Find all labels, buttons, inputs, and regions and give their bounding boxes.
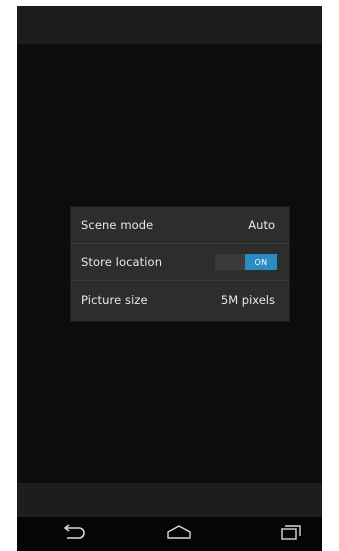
setting-scene-mode[interactable]: Scene mode Auto — [71, 207, 289, 244]
home-button[interactable] — [159, 522, 199, 546]
recent-apps-icon — [279, 524, 303, 544]
toggle-on-label: ON — [245, 254, 277, 270]
setting-value: Auto — [248, 218, 275, 232]
setting-picture-size[interactable]: Picture size 5M pixels — [71, 281, 289, 318]
back-button[interactable] — [54, 522, 94, 546]
recent-apps-button[interactable] — [271, 522, 311, 546]
store-location-toggle[interactable]: ON — [215, 254, 277, 270]
setting-store-location[interactable]: Store location ON — [71, 244, 289, 281]
setting-label: Picture size — [81, 292, 148, 307]
status-bar — [17, 6, 322, 44]
camera-controls-bar — [17, 483, 322, 517]
navigation-bar — [17, 517, 322, 551]
setting-label: Store location — [81, 255, 163, 269]
back-icon — [61, 524, 87, 544]
phone-screen: Scene mode Auto Store location ON Pictur… — [17, 6, 322, 551]
setting-label: Scene mode — [81, 218, 154, 232]
camera-settings-panel: Scene mode Auto Store location ON Pictur… — [71, 207, 289, 321]
home-icon — [165, 524, 193, 544]
setting-value: 5M pixels — [220, 292, 275, 307]
